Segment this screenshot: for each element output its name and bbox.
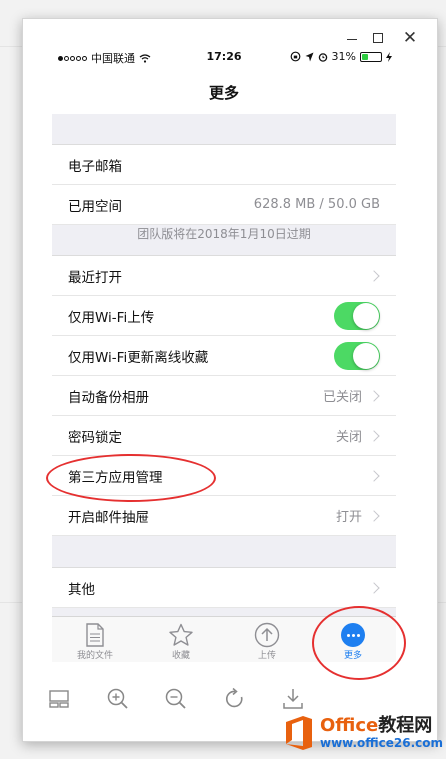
- file-icon: [86, 623, 104, 647]
- settings-row-label: 开启邮件抽屉: [68, 509, 149, 526]
- toggle-knob: [353, 302, 379, 329]
- settings-row-passcode[interactable]: 密码锁定 关闭: [52, 416, 396, 456]
- chevron-right-icon: [368, 429, 380, 442]
- settings-row-label: 自动备份相册: [68, 389, 149, 406]
- settings-row-value: 打开: [335, 510, 362, 525]
- tab-favorites[interactable]: 收藏: [138, 617, 224, 662]
- maximize-icon: [373, 33, 383, 43]
- storage-row: 已用空间 628.8 MB / 50.0 GB: [52, 185, 396, 225]
- settings-row-wifi-offline: 仅用Wi-Fi更新离线收藏: [52, 336, 396, 376]
- alarm-icon: [318, 52, 327, 62]
- zoom-out-button[interactable]: [163, 686, 189, 712]
- close-button[interactable]: ✕: [399, 27, 421, 49]
- wifi-upload-toggle[interactable]: [334, 301, 380, 330]
- email-row: 电子邮箱: [52, 145, 396, 185]
- phone-screen: 中国联通 17:26 31% 更多 电子邮箱 已用空间 628.8 MB / 5…: [52, 46, 396, 662]
- status-bar: 中国联通 17:26 31%: [52, 46, 396, 66]
- download-button[interactable]: [280, 686, 306, 712]
- settings-row-value: 关闭: [335, 430, 362, 445]
- settings-row-label: 其他: [68, 581, 95, 598]
- battery-icon: [360, 51, 382, 62]
- settings-row-recent[interactable]: 最近打开: [52, 256, 396, 296]
- watermark-url: www.office26.com: [320, 736, 444, 750]
- settings-row-label: 密码锁定: [68, 429, 122, 446]
- chevron-right-icon: [368, 269, 380, 282]
- star-icon: [169, 623, 193, 646]
- settings-row-wifi-upload: 仅用Wi-Fi上传: [52, 296, 396, 336]
- tab-upload[interactable]: 上传: [224, 617, 310, 662]
- watermark-brand-cn: 教程网: [378, 715, 433, 736]
- download-icon: [283, 689, 303, 709]
- chevron-right-icon: [368, 469, 380, 482]
- minimize-icon: [347, 38, 357, 41]
- tab-label: 上传: [257, 651, 276, 661]
- toggle-knob: [353, 342, 379, 369]
- storage-value: 628.8 MB / 50.0 GB: [253, 197, 380, 212]
- rotation-lock-icon: [290, 51, 300, 62]
- tab-my-files[interactable]: 我的文件: [52, 617, 138, 662]
- settings-row-other[interactable]: 其他: [52, 568, 396, 608]
- upload-icon: [254, 622, 280, 648]
- zoom-in-button[interactable]: [105, 686, 131, 712]
- rotate-icon: [225, 687, 243, 708]
- zoom-out-icon: [165, 688, 186, 709]
- settings-list: 电子邮箱 已用空间 628.8 MB / 50.0 GB 团队版将在2018年1…: [52, 114, 396, 616]
- highlight-circle-more-tab: [312, 606, 406, 680]
- layout-button[interactable]: [46, 686, 72, 712]
- page-title: 更多: [208, 84, 239, 102]
- storage-label: 已用空间: [68, 198, 122, 215]
- chevron-right-icon: [368, 509, 380, 522]
- chevron-right-icon: [368, 389, 380, 402]
- viewer-toolbar: [46, 686, 306, 712]
- chevron-right-icon: [368, 581, 380, 594]
- tab-label: 收藏: [171, 651, 190, 661]
- watermark: Office教程网 www.office26.com: [284, 710, 446, 756]
- section-gap: [52, 114, 396, 145]
- close-icon: ✕: [402, 27, 418, 48]
- watermark-brand: Office: [320, 715, 379, 736]
- zoom-in-icon: [107, 688, 128, 709]
- settings-row-label: 仅用Wi-Fi上传: [68, 309, 155, 326]
- settings-row-value: 已关闭: [322, 390, 362, 405]
- settings-row-label: 仅用Wi-Fi更新离线收藏: [68, 349, 209, 366]
- wifi-offline-toggle[interactable]: [334, 341, 380, 370]
- highlight-circle-third-party: [46, 454, 216, 502]
- rotate-button[interactable]: [222, 686, 248, 712]
- settings-row-photo-backup[interactable]: 自动备份相册 已关闭: [52, 376, 396, 416]
- section-gap: [52, 536, 396, 568]
- battery-percent: 31%: [331, 50, 356, 63]
- charging-icon: [386, 51, 392, 62]
- layout-icon: [49, 690, 69, 708]
- settings-row-mail-drawer[interactable]: 开启邮件抽屉 打开: [52, 496, 396, 536]
- expire-note: 团队版将在2018年1月10日过期: [52, 225, 396, 256]
- location-icon: [305, 52, 314, 61]
- tab-label: 我的文件: [76, 651, 113, 661]
- email-label: 电子邮箱: [68, 158, 122, 175]
- office-logo: [284, 715, 314, 751]
- settings-row-label: 最近打开: [68, 269, 122, 286]
